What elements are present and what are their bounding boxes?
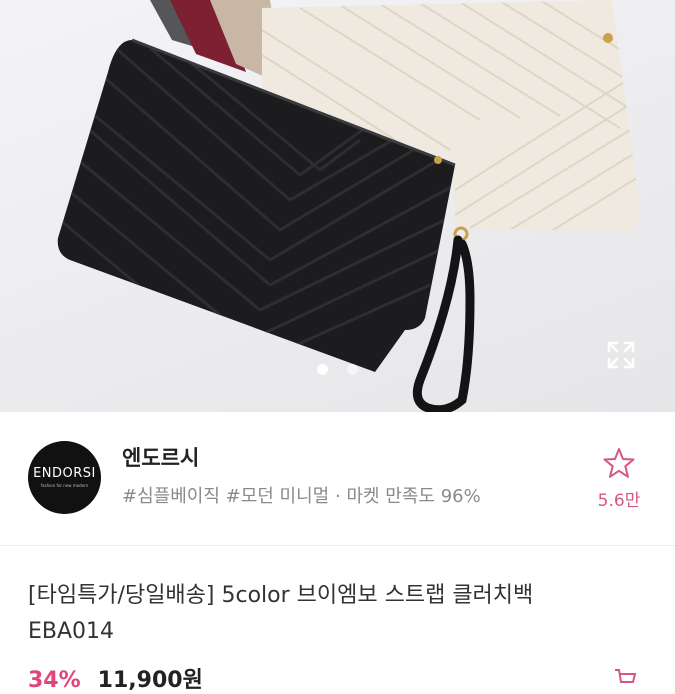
discount-rate: 34%	[28, 668, 81, 693]
satisfaction-label: 마켓 만족도	[346, 486, 435, 507]
seller-section	[0, 412, 675, 545]
product-price: 11,900원	[97, 668, 203, 693]
seller-logo-text: ENDORSI	[33, 465, 96, 481]
star-icon	[603, 448, 635, 478]
meta-separator: ·	[334, 486, 341, 507]
seller-logo-tagline: fashion for new modern	[40, 482, 89, 488]
pagination-dot-2[interactable]	[347, 364, 358, 375]
seller-tag[interactable]: #심플베이직	[122, 486, 220, 507]
product-title-line: [타임특가/당일배송] 5color 브이엠보 스트랩 클러치백	[28, 583, 534, 608]
pagination-dot-1[interactable]	[317, 364, 328, 375]
seller-logo[interactable]: ENDORSI fashion for new modern	[28, 441, 101, 514]
seller-tag[interactable]: #모던 미니멀	[226, 486, 330, 507]
seller-name[interactable]: 엔도르시	[122, 442, 199, 472]
favorite-button[interactable]: 5.6만	[592, 446, 646, 512]
price-row: 34% 11,900원	[28, 662, 203, 694]
seller-meta: #심플베이직 #모던 미니멀 · 마켓 만족도 96%	[122, 482, 481, 508]
image-pagination	[0, 364, 675, 378]
satisfaction-value: 96%	[440, 486, 481, 507]
cart-icon[interactable]	[612, 666, 638, 692]
clutch-bags-photo	[57, 0, 640, 412]
favorite-count: 5.6만	[597, 491, 641, 511]
product-code: EBA014	[28, 619, 115, 644]
product-image[interactable]	[0, 0, 675, 412]
section-divider	[0, 545, 675, 546]
product-title: [타임특가/당일배송] 5color 브이엠보 스트랩 클러치백 EBA014	[28, 578, 648, 650]
